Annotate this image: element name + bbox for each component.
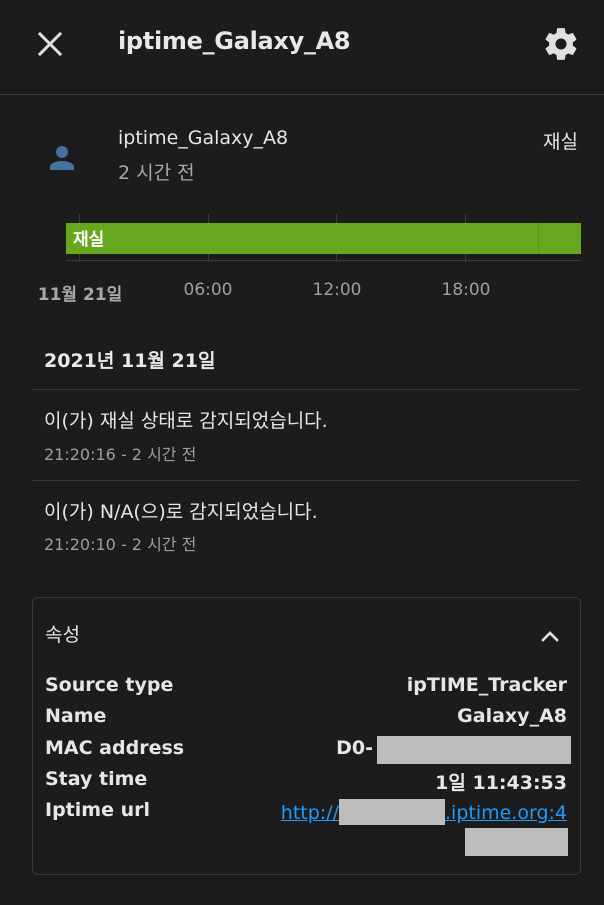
attribute-value: ipTIME_Tracker (406, 674, 567, 696)
entity-name: iptime_Galaxy_A8 (118, 127, 289, 149)
attribute-value: Galaxy_A8 (457, 705, 567, 727)
attribute-key: MAC address (45, 737, 185, 759)
timeline-state-bar[interactable] (66, 223, 581, 254)
person-icon (50, 146, 74, 170)
close-icon (37, 31, 63, 57)
attributes-panel: 속성 Source type ipTIME_Tracker Name Galax… (32, 597, 581, 875)
entity-last-changed: 2 시간 전 (118, 162, 195, 184)
redaction-block (465, 828, 568, 856)
timeline-tick-label: 11월 21일 (37, 285, 123, 305)
collapse-attributes-button[interactable] (536, 622, 564, 650)
attribute-row-stay-time: Stay time 1일 11:43:53 (45, 768, 567, 796)
attribute-key: Name (45, 705, 107, 727)
entity-state: 재실 (543, 131, 578, 153)
attribute-value: 1일 11:43:53 (435, 772, 567, 794)
gear-icon (545, 28, 577, 60)
timeline-tick-label: 18:00 (441, 280, 491, 300)
logbook-date: 2021년 11월 21일 (44, 350, 216, 372)
redaction-block (377, 736, 571, 764)
attribute-row-source-type: Source type ipTIME_Tracker (45, 674, 567, 702)
attribute-value-link[interactable]: http:// .iptime.org:4 (281, 799, 567, 825)
divider (32, 389, 580, 390)
url-link-suffix[interactable]: .iptime.org:4 (445, 802, 567, 824)
divider (32, 480, 580, 481)
history-timeline: 재실 (66, 214, 581, 274)
timeline-tick-label: 06:00 (183, 280, 233, 300)
close-button[interactable] (34, 28, 66, 60)
attribute-row-mac-address: MAC address D0- (45, 736, 571, 765)
logbook-entry-time: 21:20:16 - 2 시간 전 (44, 445, 197, 464)
timeline-axis (66, 260, 581, 261)
attribute-key: Iptime url (45, 799, 150, 821)
attribute-row-iptime-url: Iptime url http:// .iptime.org:4 (45, 799, 567, 827)
timeline-bar-label: 재실 (73, 230, 105, 250)
logbook-entry-message: 이(가) N/A(으)로 감지되었습니다. (44, 501, 318, 523)
timeline-segment-divider (538, 223, 539, 254)
attribute-key: Stay time (45, 768, 148, 790)
logbook-entry-message: 이(가) 재실 상태로 감지되었습니다. (44, 410, 328, 432)
logbook-entry-time: 21:20:10 - 2 시간 전 (44, 535, 197, 554)
redaction-block (339, 799, 445, 825)
more-info-dialog: iptime_Galaxy_A8 iptime_Galaxy_A8 2 시간 전… (0, 0, 604, 905)
settings-button[interactable] (542, 25, 580, 63)
attribute-value: D0- (336, 737, 373, 759)
dialog-header: iptime_Galaxy_A8 (0, 0, 604, 95)
attribute-key: Source type (45, 674, 174, 696)
dialog-title: iptime_Galaxy_A8 (118, 27, 351, 55)
chevron-up-icon (541, 631, 559, 642)
url-link-prefix[interactable]: http:// (281, 802, 339, 824)
timeline-tick-label: 12:00 (312, 280, 362, 300)
attribute-row-name: Name Galaxy_A8 (45, 705, 567, 733)
attributes-title: 속성 (45, 624, 80, 646)
